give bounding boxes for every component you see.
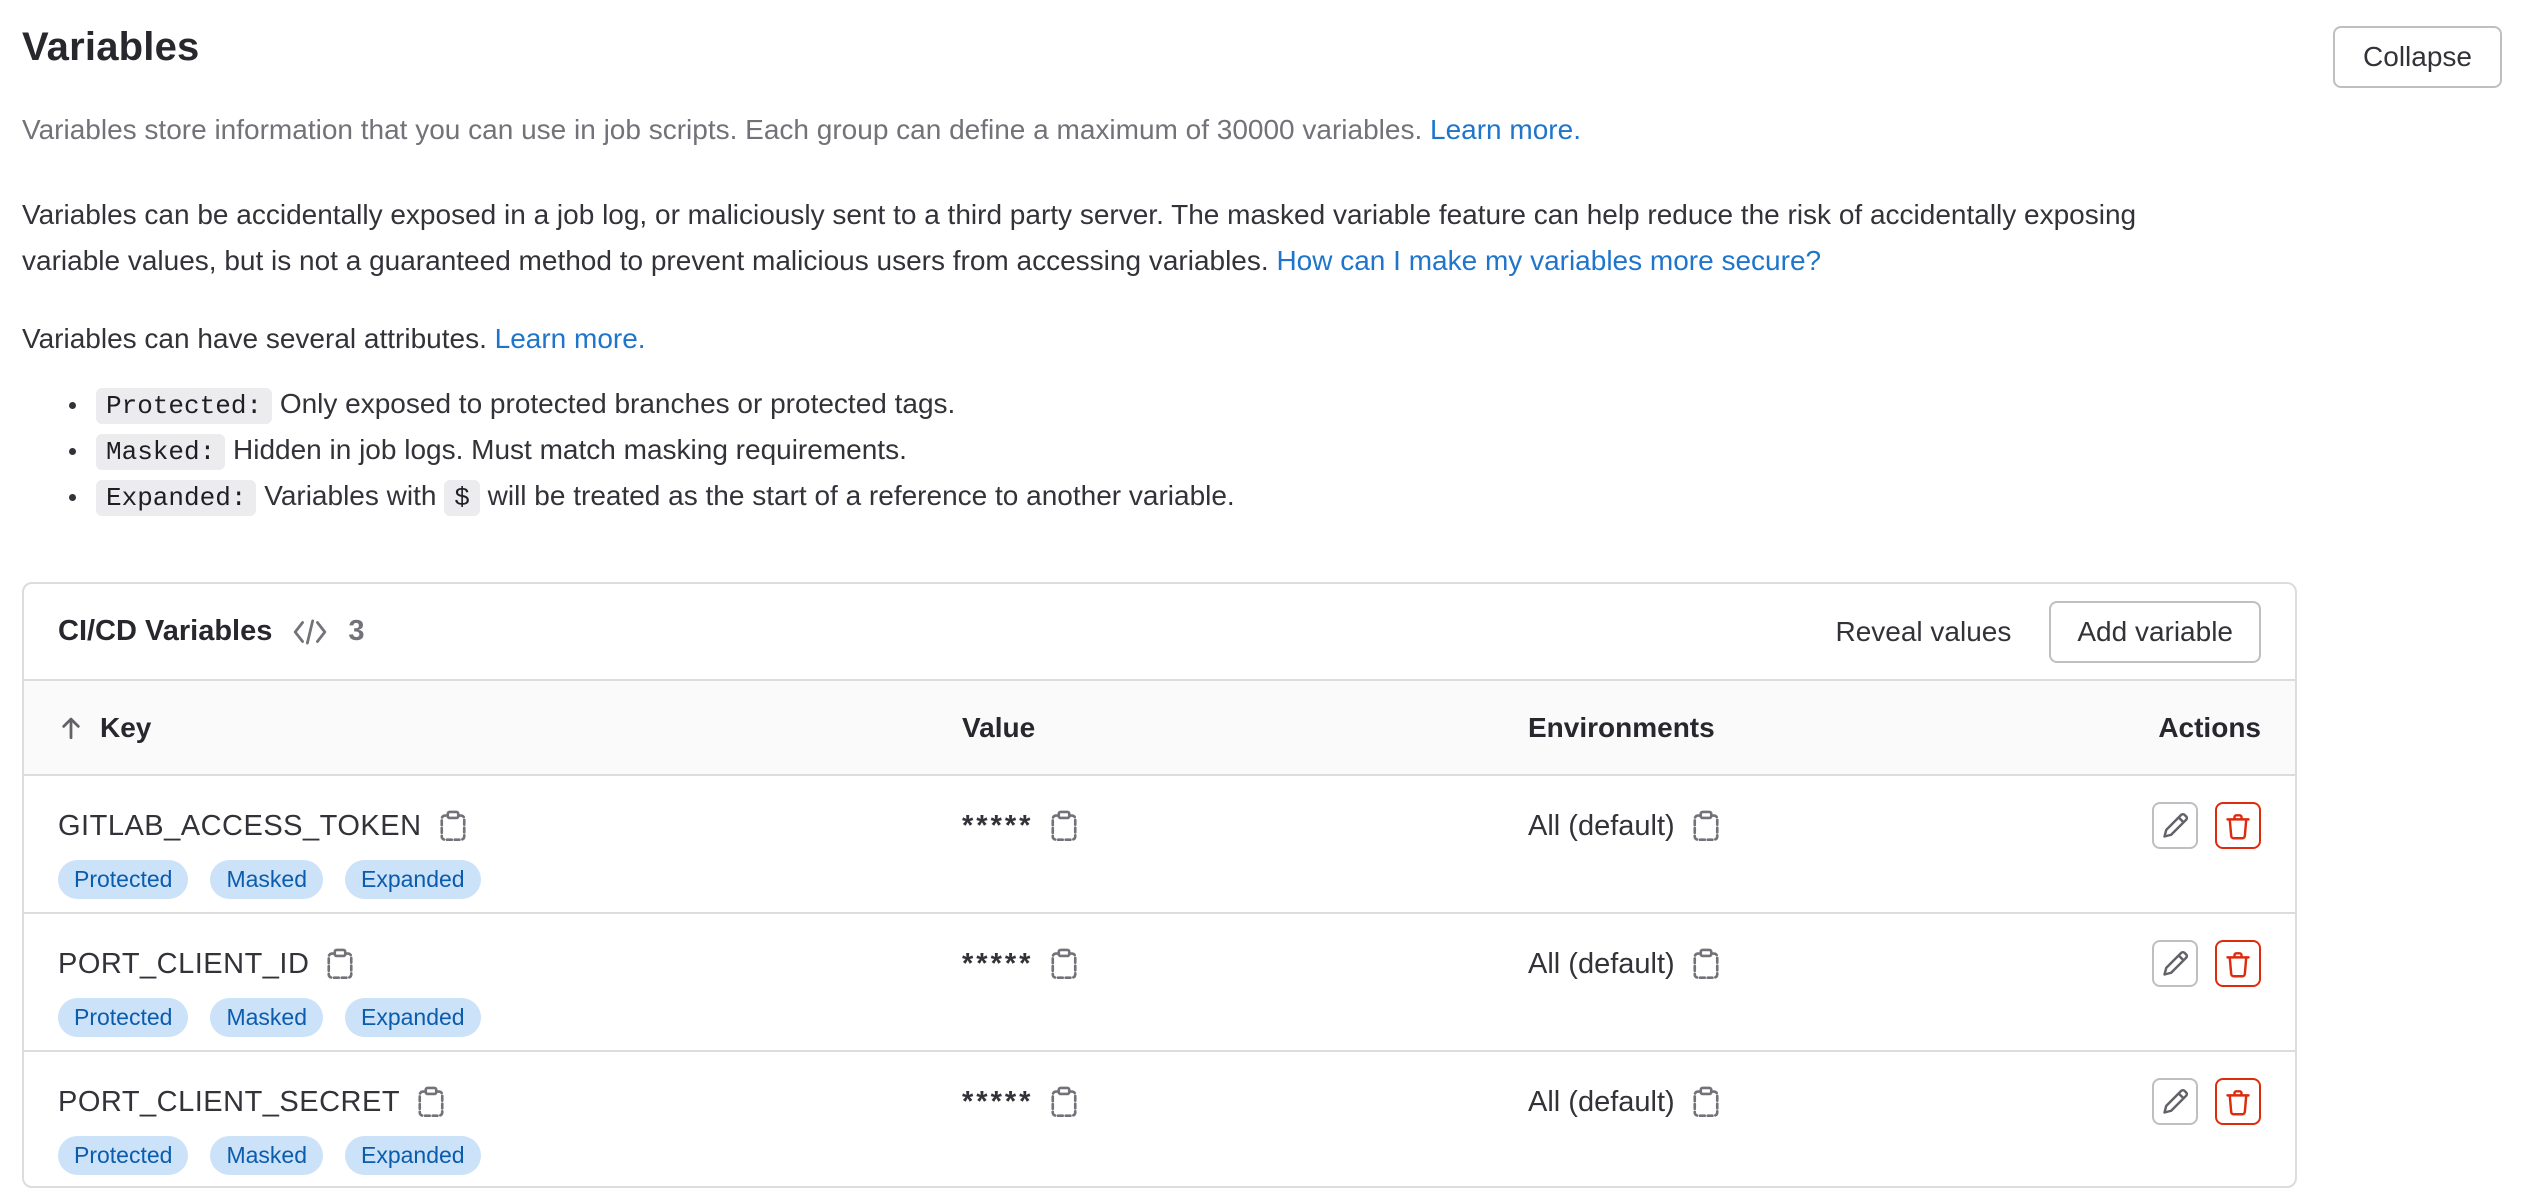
expanded-description-before: Variables with [264, 480, 436, 511]
key-cell: PORT_CLIENT_ID Protected Masked Expanded [58, 938, 962, 1037]
cicd-variables-card: CI/CD Variables 3 Reveal values Add vari… [22, 582, 2297, 1188]
arrow-up-icon [58, 714, 84, 742]
card-header: CI/CD Variables 3 Reveal values Add vari… [24, 584, 2295, 679]
badge-protected: Protected [58, 998, 188, 1037]
value-cell: ***** [962, 1076, 1528, 1128]
attribute-item-protected: Protected: Only exposed to protected bra… [90, 382, 2502, 428]
value-cell: ***** [962, 800, 1528, 852]
badge-masked: Masked [210, 860, 323, 899]
badge-expanded: Expanded [345, 860, 481, 899]
delete-variable-button[interactable] [2215, 940, 2261, 987]
expanded-description-after: will be treated as the start of a refere… [488, 480, 1235, 511]
actions-cell [2152, 1078, 2261, 1125]
key-header-label: Key [100, 712, 151, 744]
security-note-line2: variable values, but is not a guaranteed… [22, 245, 1269, 276]
reveal-values-button[interactable]: Reveal values [1835, 616, 2011, 648]
card-title: CI/CD Variables [58, 615, 272, 648]
value-cell: ***** [962, 938, 1528, 990]
badge-expanded: Expanded [345, 1136, 481, 1175]
collapse-button[interactable]: Collapse [2333, 26, 2502, 88]
environment-scope: All (default) [1528, 938, 1675, 990]
column-header-actions: Actions [2158, 712, 2261, 744]
learn-more-link[interactable]: Learn more. [1430, 114, 1581, 145]
masked-value: ***** [962, 1076, 1033, 1128]
page-title: Variables [22, 18, 199, 76]
actions-cell [2152, 940, 2261, 987]
dollar-code-chip: $ [444, 480, 480, 516]
add-variable-button[interactable]: Add variable [2049, 601, 2261, 663]
delete-variable-button[interactable] [2215, 1078, 2261, 1125]
masked-value: ***** [962, 800, 1033, 852]
badge-masked: Masked [210, 1136, 323, 1175]
expanded-code-chip: Expanded: [96, 480, 256, 516]
environments-cell: All (default) [1528, 800, 2152, 852]
key-cell: PORT_CLIENT_SECRET Protected Masked Expa… [58, 1076, 962, 1175]
badge-protected: Protected [58, 860, 188, 899]
badge-expanded: Expanded [345, 998, 481, 1037]
security-note-line1: Variables can be accidentally exposed in… [22, 199, 2136, 230]
variable-key: PORT_CLIENT_SECRET [58, 1076, 400, 1128]
copy-key-icon[interactable] [438, 810, 468, 842]
edit-variable-button[interactable] [2152, 1078, 2198, 1125]
protected-description: Only exposed to protected branches or pr… [280, 388, 956, 419]
copy-key-icon[interactable] [325, 948, 355, 980]
intro-text: Variables store information that you can… [22, 114, 1422, 145]
column-header-key[interactable]: Key [58, 712, 962, 744]
badge-list: Protected Masked Expanded [58, 1136, 962, 1175]
column-header-value: Value [962, 712, 1528, 744]
attributes-learn-more-link[interactable]: Learn more. [495, 323, 646, 354]
environment-scope: All (default) [1528, 1076, 1675, 1128]
copy-value-icon[interactable] [1049, 1086, 1079, 1118]
badge-list: Protected Masked Expanded [58, 860, 962, 899]
copy-environment-icon[interactable] [1691, 1086, 1721, 1118]
environments-cell: All (default) [1528, 1076, 2152, 1128]
variables-count: 3 [348, 615, 364, 648]
copy-environment-icon[interactable] [1691, 810, 1721, 842]
environments-cell: All (default) [1528, 938, 2152, 990]
code-icon [292, 618, 328, 646]
copy-key-icon[interactable] [416, 1086, 446, 1118]
table-header-row: Key Value Environments Actions [24, 679, 2295, 776]
intro-paragraph: Variables store information that you can… [22, 110, 2502, 150]
badge-masked: Masked [210, 998, 323, 1037]
card-header-title-group: CI/CD Variables 3 [58, 615, 365, 648]
masked-description: Hidden in job logs. Must match masking r… [233, 434, 907, 465]
copy-value-icon[interactable] [1049, 948, 1079, 980]
card-header-actions: Reveal values Add variable [1835, 601, 2261, 663]
variables-secure-link[interactable]: How can I make my variables more secure? [1276, 245, 1821, 276]
table-row: GITLAB_ACCESS_TOKEN Protected Masked Exp… [24, 776, 2295, 914]
delete-variable-button[interactable] [2215, 802, 2261, 849]
attribute-item-expanded: Expanded: Variables with $ will be treat… [90, 474, 2502, 520]
page-header: Variables Collapse [22, 0, 2502, 88]
attributes-intro-paragraph: Variables can have several attributes. L… [22, 316, 2502, 362]
column-header-environments: Environments [1528, 712, 2158, 744]
table-row: PORT_CLIENT_ID Protected Masked Expanded… [24, 914, 2295, 1052]
badge-list: Protected Masked Expanded [58, 998, 962, 1037]
security-note-paragraph: Variables can be accidentally exposed in… [22, 192, 2362, 284]
environment-scope: All (default) [1528, 800, 1675, 852]
table-row: PORT_CLIENT_SECRET Protected Masked Expa… [24, 1052, 2295, 1188]
copy-value-icon[interactable] [1049, 810, 1079, 842]
attributes-intro-text: Variables can have several attributes. [22, 323, 487, 354]
attribute-item-masked: Masked: Hidden in job logs. Must match m… [90, 428, 2502, 474]
variable-key: GITLAB_ACCESS_TOKEN [58, 800, 422, 852]
copy-environment-icon[interactable] [1691, 948, 1721, 980]
variables-settings-page: Variables Collapse Variables store infor… [0, 0, 2522, 1200]
protected-code-chip: Protected: [96, 388, 272, 424]
variable-key: PORT_CLIENT_ID [58, 938, 309, 990]
edit-variable-button[interactable] [2152, 802, 2198, 849]
key-cell: GITLAB_ACCESS_TOKEN Protected Masked Exp… [58, 800, 962, 899]
masked-value: ***** [962, 938, 1033, 990]
badge-protected: Protected [58, 1136, 188, 1175]
masked-code-chip: Masked: [96, 434, 225, 470]
actions-cell [2152, 802, 2261, 849]
edit-variable-button[interactable] [2152, 940, 2198, 987]
attributes-list: Protected: Only exposed to protected bra… [22, 382, 2502, 520]
